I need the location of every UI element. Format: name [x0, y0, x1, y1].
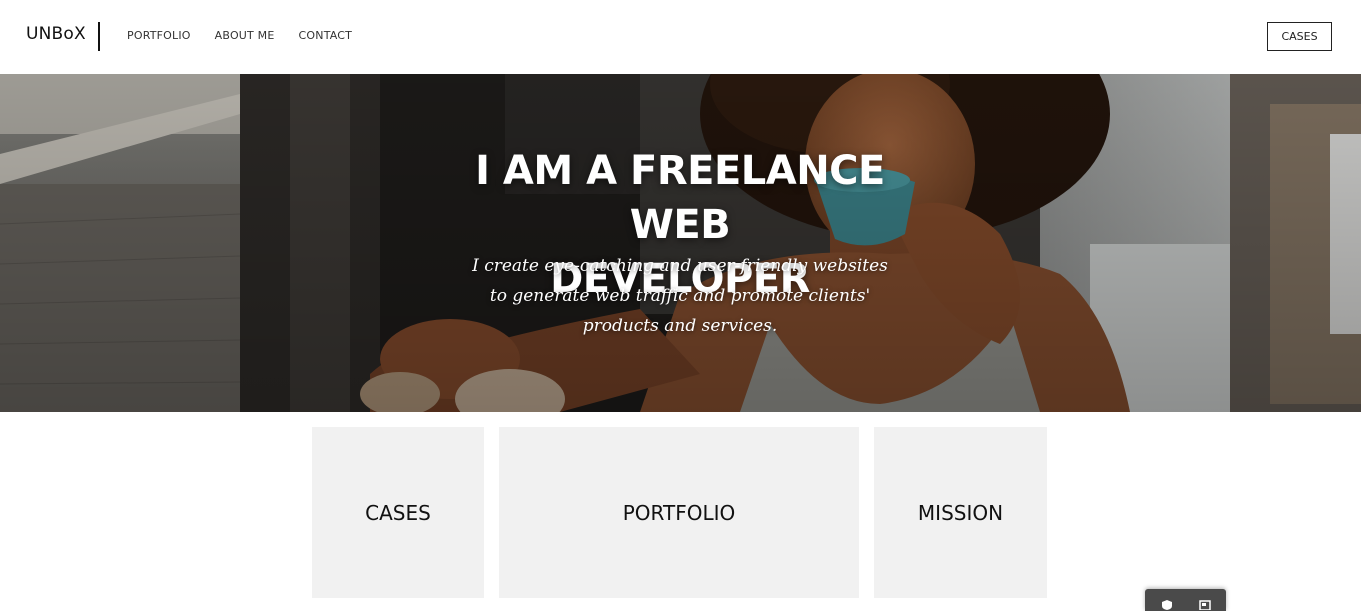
tile-mission[interactable]: MISSION — [874, 427, 1047, 598]
tile-cases-label: CASES — [365, 500, 431, 525]
nav-link-portfolio[interactable]: PORTFOLIO — [127, 29, 191, 42]
site-logo[interactable]: UNBoX — [26, 24, 86, 44]
panel-icon[interactable] — [1199, 600, 1211, 610]
logo-divider — [98, 22, 100, 51]
hero-subtitle: I create eye-catching and user-friendly … — [472, 256, 888, 336]
site-header: UNBoX PORTFOLIO ABOUT ME CONTACT CASES — [0, 0, 1361, 74]
cases-button[interactable]: CASES — [1267, 22, 1332, 51]
tile-mission-label: MISSION — [917, 500, 1004, 525]
main-nav: PORTFOLIO ABOUT ME CONTACT — [127, 29, 352, 42]
floating-widget[interactable] — [1145, 589, 1226, 611]
nav-link-contact[interactable]: CONTACT — [299, 29, 353, 42]
shield-icon[interactable] — [1161, 600, 1173, 610]
nav-link-about-me[interactable]: ABOUT ME — [215, 29, 275, 42]
tile-portfolio-label: PORTFOLIO — [622, 500, 736, 525]
tile-portfolio[interactable]: PORTFOLIO — [499, 427, 859, 598]
hero-title-line-1: I AM A FREELANCE WEB — [475, 148, 885, 248]
tile-cases[interactable]: CASES — [312, 427, 484, 598]
hero-banner: I AM A FREELANCE WEB DEVELOPER I create … — [0, 74, 1361, 412]
